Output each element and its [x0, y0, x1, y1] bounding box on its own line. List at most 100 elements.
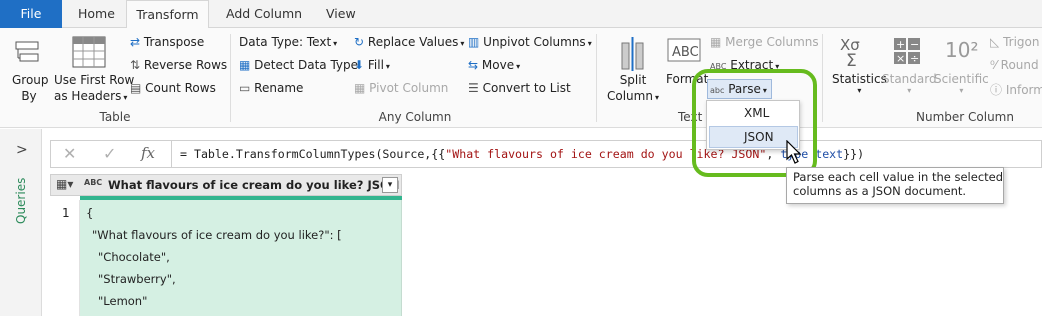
count-rows-button[interactable]: ▤ Count Rows — [130, 81, 216, 95]
information-label: Inform — [1005, 83, 1042, 97]
split-column-button[interactable]: Split Column ▾ — [606, 72, 660, 106]
svg-text:÷: ÷ — [910, 52, 919, 65]
unpivot-columns-button[interactable]: ▥ Unpivot Columns ▾ — [468, 35, 592, 49]
rounding-button: ⁰⁄ Round — [990, 58, 1039, 72]
chevron-down-icon: ▾ — [333, 39, 338, 48]
table-group-label: Table — [99, 110, 131, 124]
formula-input[interactable]: = Table.TransformColumnTypes(Source,{{"W… — [172, 140, 1042, 168]
standard-label: Standard — [882, 72, 937, 86]
formula-suffix: }}) — [843, 147, 865, 161]
tab-file[interactable]: File — [0, 0, 62, 28]
fx-icon[interactable]: fx — [141, 144, 155, 162]
merge-columns-button: ▦ Merge Columns — [710, 35, 819, 49]
use-first-row-label-2: as Headers — [54, 89, 122, 103]
convert-list-icon: ☰ — [468, 81, 479, 95]
tab-home[interactable]: Home — [78, 0, 115, 28]
fill-icon: ⬇ — [354, 58, 365, 72]
group-by-label-1: Group — [12, 73, 49, 87]
cell-line: "What flavours of ice cream do you like?… — [92, 228, 342, 242]
group-by-button[interactable]: Group By — [12, 72, 49, 104]
cell-line: "Strawberry", — [98, 272, 176, 286]
rounding-label: Round — [1000, 58, 1039, 72]
ribbon-divider — [230, 34, 231, 122]
rename-button[interactable]: ▭ Rename — [239, 81, 303, 95]
chevron-down-icon: ▾ — [516, 62, 521, 71]
formula-keyword-text: text — [815, 147, 844, 161]
text-type-icon[interactable]: ABC — [84, 178, 102, 187]
transpose-label: Transpose — [143, 35, 205, 49]
trigonometry-icon: ◺ — [990, 35, 1000, 49]
group-by-icon — [14, 38, 42, 70]
chevron-down-icon: ▾ — [123, 93, 128, 102]
fill-button[interactable]: ⬇ Fill ▾ — [354, 58, 390, 72]
tooltip: Parse each cell value in the selected co… — [786, 167, 1004, 204]
tab-add-column[interactable]: Add Column — [226, 0, 302, 28]
chevron-down-icon: ▾ — [907, 86, 912, 95]
move-label: Move — [481, 58, 515, 72]
transpose-button[interactable]: ⇄ Transpose — [130, 35, 204, 49]
use-first-row-button[interactable]: Use First Row as Headers ▾ — [54, 72, 135, 106]
cancel-icon[interactable]: ✕ — [63, 144, 76, 163]
unpivot-icon: ▥ — [468, 35, 480, 49]
group-by-label-2: By — [21, 89, 37, 103]
information-icon: ⓘ — [990, 83, 1003, 97]
row-number: 1 — [62, 206, 70, 220]
table-cell[interactable]: { "What flavours of ice cream do you lik… — [80, 200, 402, 316]
data-type-dropdown[interactable]: Data Type: Text ▾ — [239, 35, 337, 49]
statistics-icon: Xσ Σ — [840, 36, 870, 71]
move-button[interactable]: ⇆ Move ▾ — [468, 58, 520, 72]
formula-controls: ✕ ✓ fx — [50, 140, 172, 168]
expand-queries-icon[interactable]: > — [16, 142, 28, 158]
queries-label[interactable]: Queries — [14, 178, 28, 224]
tooltip-line: Parse each cell value in the selected — [793, 170, 1004, 184]
ribbon-divider — [822, 34, 823, 122]
data-type-label: Data Type: Text — [239, 35, 332, 49]
split-label-2: Column — [607, 89, 653, 103]
format-icon: ABC — [667, 38, 701, 64]
statistics-button[interactable]: Statistics ▾ — [832, 72, 887, 95]
filter-dropdown-icon[interactable]: ▾ — [382, 177, 398, 193]
rounding-icon: ⁰⁄ — [990, 58, 997, 72]
fill-label: Fill — [367, 58, 384, 72]
pivot-column-label: Pivot Column — [369, 81, 449, 95]
trigonometry-label: Trigon — [1003, 35, 1040, 49]
reverse-rows-label: Reverse Rows — [143, 58, 228, 72]
unpivot-columns-label: Unpivot Columns — [483, 35, 586, 49]
split-column-icon — [618, 37, 648, 71]
chevron-down-icon: ▾ — [587, 39, 592, 48]
tab-view[interactable]: View — [326, 0, 356, 28]
svg-text:ABC: ABC — [672, 45, 699, 60]
mouse-cursor-icon — [786, 139, 804, 166]
merge-columns-label: Merge Columns — [725, 35, 819, 49]
transpose-icon: ⇄ — [130, 35, 141, 49]
chevron-down-icon: ▾ — [385, 62, 390, 71]
standard-button: Standard ▾ — [882, 72, 937, 95]
chevron-down-icon: ▾ — [460, 39, 465, 48]
confirm-icon[interactable]: ✓ — [103, 144, 116, 163]
trigonometry-button: ◺ Trigon — [990, 35, 1039, 49]
pivot-column-icon: ▦ — [354, 81, 366, 95]
chevron-down-icon: ▾ — [959, 86, 964, 95]
table-menu-icon[interactable]: ▦▾ — [56, 177, 73, 191]
column-header[interactable]: ▦▾ ABC What flavours of ice cream do you… — [50, 174, 402, 196]
replace-values-button[interactable]: ↻ Replace Values ▾ — [354, 35, 464, 49]
tab-transform[interactable]: Transform — [126, 0, 209, 29]
cell-line: { — [86, 206, 94, 220]
detect-data-type-label: Detect Data Type — [254, 58, 359, 72]
split-label-1: Split — [619, 73, 647, 87]
pivot-column-button: ▦ Pivot Column — [354, 81, 448, 95]
number-column-group-label: Number Column — [916, 110, 1014, 124]
svg-text:Σ: Σ — [846, 51, 857, 68]
detect-type-icon: ▦ — [239, 58, 251, 72]
svg-text:−: − — [910, 38, 919, 51]
use-first-row-label-1: Use First Row — [54, 73, 135, 87]
rename-icon: ▭ — [239, 81, 251, 95]
rename-label: Rename — [254, 81, 304, 95]
move-icon: ⇆ — [468, 58, 479, 72]
ribbon-divider — [596, 34, 597, 122]
convert-to-list-button[interactable]: ☰ Convert to List — [468, 81, 571, 95]
scientific-label: Scientific — [934, 72, 989, 86]
svg-text:×: × — [896, 52, 905, 65]
reverse-rows-button[interactable]: ⇅ Reverse Rows — [130, 58, 227, 72]
detect-data-type-button[interactable]: ▦ Detect Data Type — [239, 58, 358, 72]
